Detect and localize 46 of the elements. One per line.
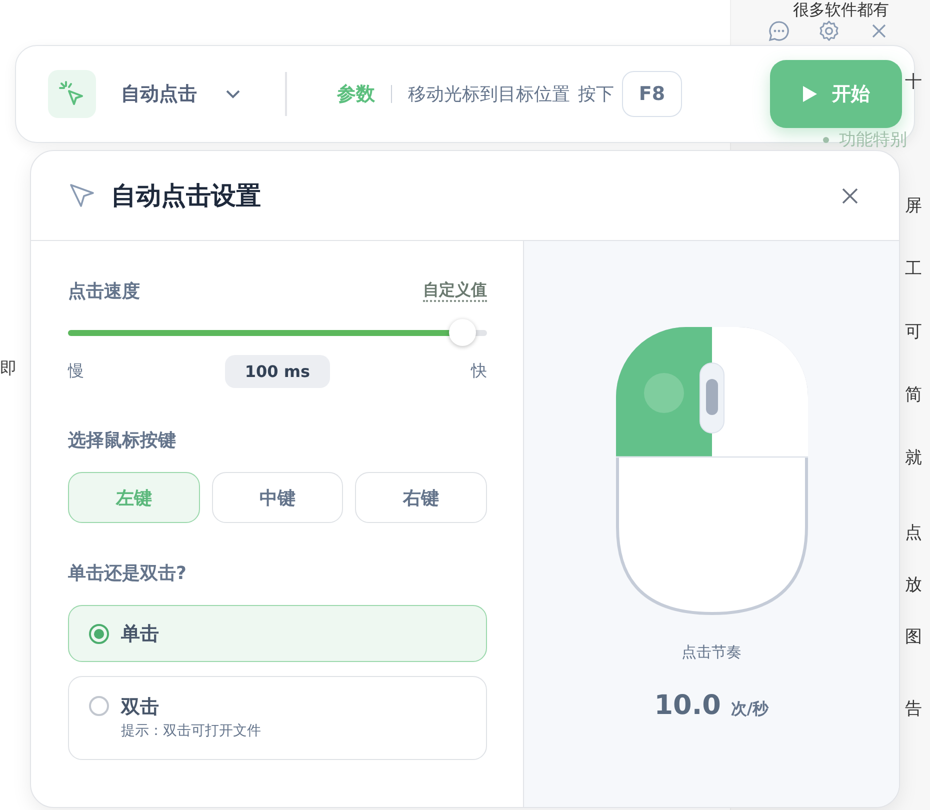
text-line: 工: [905, 258, 922, 281]
text-line: 图: [905, 626, 922, 649]
mouse-button-option[interactable]: 中键: [212, 472, 344, 523]
speed-value: 100 ms: [225, 355, 330, 388]
text-line: 放: [905, 574, 922, 597]
radio-button[interactable]: [89, 696, 109, 716]
cursor-icon: [69, 182, 95, 208]
slow-label: 慢: [68, 361, 84, 382]
app-icon[interactable]: [48, 70, 96, 118]
mode-label: 自动点击: [121, 82, 197, 107]
text-line: 点: [905, 522, 922, 545]
section-label: 单击还是双击?: [68, 562, 188, 585]
close-button[interactable]: [841, 186, 859, 204]
text-line: 即: [0, 358, 17, 380]
text-line: 十: [905, 71, 922, 94]
text-line: 简: [905, 384, 922, 407]
click-type-option[interactable]: 双击 提示：双击可打开文件: [68, 676, 487, 760]
caption-text: 点击节奏: [682, 643, 742, 662]
text-line: 告: [905, 698, 922, 721]
fast-label: 快: [471, 361, 487, 382]
option-hint: 提示：双击可打开文件: [121, 722, 261, 740]
option-label: 单击: [121, 622, 159, 646]
text-line: 很多软件都有: [793, 0, 889, 20]
cursor-click-icon: [58, 80, 86, 108]
speed-slider[interactable]: [68, 319, 487, 347]
text-line: 就: [905, 447, 922, 470]
chat-icon[interactable]: [768, 20, 790, 42]
settings-icon[interactable]: [818, 20, 840, 42]
hint-text: 移动光标到目标位置: [408, 83, 570, 106]
dialog-title: 自动点击设置: [111, 180, 262, 212]
text-line: 可: [905, 321, 922, 344]
rate-value: 10.0: [654, 690, 721, 721]
mouse-button-option[interactable]: 右键: [355, 472, 487, 523]
rate-unit: 次/秒: [730, 699, 769, 720]
section-label: 选择鼠标按键: [68, 429, 177, 452]
play-icon: [802, 85, 818, 103]
slider-thumb[interactable]: [448, 319, 476, 346]
option-label: 双击: [121, 695, 160, 720]
radio-button[interactable]: [89, 624, 109, 644]
text-line: 屏: [905, 195, 922, 218]
custom-value-link[interactable]: 自定义值: [423, 280, 487, 302]
section-label: 点击速度: [68, 280, 140, 303]
caret-icon[interactable]: [225, 89, 241, 99]
click-type-option[interactable]: 单击: [68, 605, 487, 662]
hotkey-key: F8: [622, 71, 682, 117]
hint-text: 按下: [578, 83, 614, 106]
